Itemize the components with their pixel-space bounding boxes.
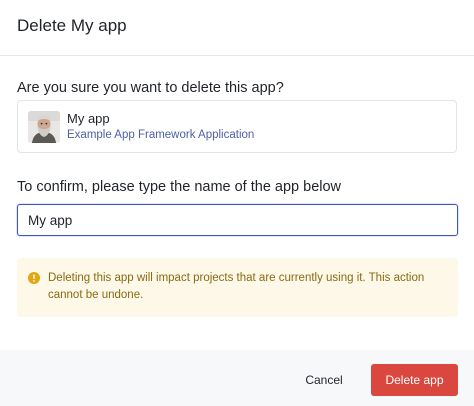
app-card: My app Example App Framework Application bbox=[17, 100, 457, 153]
warning-circle-icon bbox=[28, 272, 40, 284]
delete-app-dialog: Delete My app Are you sure you want to d… bbox=[0, 0, 474, 406]
warning-alert: Deleting this app will impact projects t… bbox=[17, 258, 458, 317]
app-name: My app bbox=[67, 111, 110, 126]
warning-text: Deleting this app will impact projects t… bbox=[48, 272, 425, 301]
app-avatar bbox=[28, 111, 60, 143]
cancel-button[interactable]: Cancel bbox=[290, 365, 358, 395]
dialog-header: Delete My app bbox=[0, 0, 474, 56]
delete-app-button[interactable]: Delete app bbox=[371, 364, 458, 396]
app-description: Example App Framework Application bbox=[67, 129, 255, 141]
confirm-label: To confirm, please type the name of the … bbox=[17, 179, 342, 195]
dialog-title: Delete My app bbox=[17, 16, 127, 35]
app-name-input[interactable] bbox=[17, 204, 458, 236]
delete-question: Are you sure you want to delete this app… bbox=[17, 80, 284, 96]
dialog-footer: Cancel Delete app bbox=[0, 350, 474, 406]
